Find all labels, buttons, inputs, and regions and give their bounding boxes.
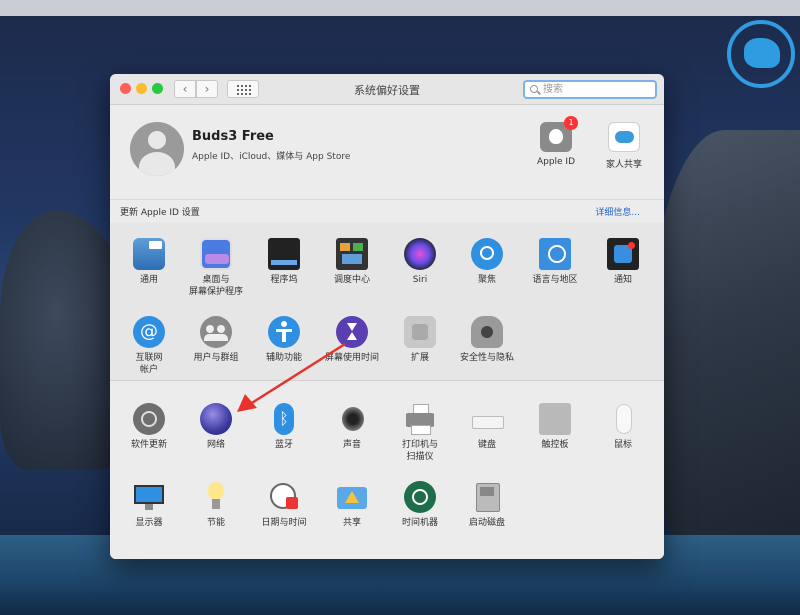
pref-label: 软件更新 xyxy=(130,440,167,450)
trackpad-icon xyxy=(539,403,571,435)
spotlight-icon xyxy=(471,238,503,270)
user-subtitle: Apple ID、iCloud、媒体与 App Store xyxy=(192,152,351,162)
pref-label: 扩展 xyxy=(410,353,429,363)
network-icon xyxy=(200,403,232,435)
extensions-icon xyxy=(404,316,436,348)
display-icon xyxy=(133,481,165,513)
pref-internet-accounts[interactable]: @ 互联网 帐户 xyxy=(114,316,184,376)
pref-desktop-screensaver[interactable]: 桌面与 屏幕保护程序 xyxy=(181,238,251,298)
pref-label: 键盘 xyxy=(477,440,496,450)
pref-mouse[interactable]: 鼠标 xyxy=(588,403,658,451)
host-top-bar xyxy=(0,0,800,16)
pref-date-time[interactable]: 日期与时间 xyxy=(249,481,319,529)
pref-siri[interactable]: Siri xyxy=(385,238,455,286)
pref-general[interactable]: 通用 xyxy=(114,238,184,286)
pref-sharing[interactable]: 共享 xyxy=(317,481,387,529)
users-icon xyxy=(200,316,232,348)
pref-label: 通用 xyxy=(139,275,158,285)
pref-label: 共享 xyxy=(342,518,361,528)
dock-icon xyxy=(268,238,300,270)
notification-badge: 1 xyxy=(564,116,578,130)
siri-icon xyxy=(404,238,436,270)
apple-id-icon: 1 xyxy=(540,116,578,152)
pref-software-update[interactable]: 软件更新 xyxy=(114,403,184,451)
pref-label: 网络 xyxy=(206,440,225,450)
pref-label: 聚焦 xyxy=(477,275,496,285)
hardware-prefs-section: 软件更新 网络 ᛒ 蓝牙 声音 打印机与 扫描仪 键盘 触控板 鼠标 显示器 节… xyxy=(110,381,664,559)
internet-accounts-icon: @ xyxy=(133,316,165,348)
pref-label: 节能 xyxy=(206,518,225,528)
startup-disk-icon xyxy=(471,481,503,513)
language-icon xyxy=(539,238,571,270)
family-sharing-pref[interactable]: 家人共享 xyxy=(594,122,654,170)
notifications-icon xyxy=(607,238,639,270)
pref-label: 调度中心 xyxy=(333,275,370,285)
mission-control-icon xyxy=(336,238,368,270)
avatar[interactable] xyxy=(130,122,184,176)
pref-label: 蓝牙 xyxy=(274,440,293,450)
search-icon xyxy=(530,85,538,93)
pref-time-machine[interactable]: 时间机器 xyxy=(385,481,455,529)
pref-language-region[interactable]: 语言与地区 xyxy=(520,238,590,286)
watermark-logo xyxy=(727,20,795,88)
pref-security-privacy[interactable]: 安全性与隐私 xyxy=(452,316,522,364)
pref-trackpad[interactable]: 触控板 xyxy=(520,403,590,451)
wallpaper-cliff-right xyxy=(650,130,800,550)
pref-label: 声音 xyxy=(342,440,361,450)
title-bar: ‹ › 系统偏好设置 搜索 xyxy=(110,74,664,105)
apple-id-label: Apple ID xyxy=(536,157,576,167)
pref-notifications[interactable]: 通知 xyxy=(588,238,658,286)
pref-startup-disk[interactable]: 启动磁盘 xyxy=(452,481,522,529)
pref-label: 互联网 帐户 xyxy=(135,353,163,375)
pref-label: 启动磁盘 xyxy=(468,518,505,528)
pref-keyboard[interactable]: 键盘 xyxy=(452,403,522,451)
time-machine-icon xyxy=(404,481,436,513)
general-icon xyxy=(133,238,165,270)
details-link[interactable]: 详细信息... xyxy=(595,205,640,218)
pref-mission-control[interactable]: 调度中心 xyxy=(317,238,387,286)
software-update-icon xyxy=(133,403,165,435)
pref-label: 触控板 xyxy=(541,440,569,450)
energy-icon xyxy=(200,481,232,513)
pref-label: 日期与时间 xyxy=(261,518,307,528)
pref-label: 通知 xyxy=(613,275,632,285)
date-time-icon xyxy=(268,481,300,513)
search-placeholder: 搜索 xyxy=(543,84,563,95)
apple-id-pref[interactable]: 1 Apple ID xyxy=(526,116,586,167)
apple-id-update-bar: 更新 Apple ID 设置 详细信息... xyxy=(110,199,664,223)
pref-label: 语言与地区 xyxy=(532,275,578,285)
pref-dock[interactable]: 程序坞 xyxy=(249,238,319,286)
keyboard-icon xyxy=(471,403,504,435)
family-sharing-label: 家人共享 xyxy=(605,160,642,170)
printer-icon xyxy=(404,403,436,435)
sharing-icon xyxy=(336,481,368,513)
pref-label: 程序坞 xyxy=(270,275,298,285)
pref-label: 鼠标 xyxy=(613,440,632,450)
search-input[interactable]: 搜索 xyxy=(523,80,657,99)
family-sharing-icon xyxy=(608,122,640,152)
account-header: Buds3 Free Apple ID、iCloud、媒体与 App Store… xyxy=(110,105,664,199)
pref-label: 打印机与 扫描仪 xyxy=(401,440,438,462)
pref-extensions[interactable]: 扩展 xyxy=(385,316,455,364)
personal-prefs-section: 通用 桌面与 屏幕保护程序 程序坞 调度中心 Siri 聚焦 语言与地区 通知 xyxy=(110,222,664,381)
pref-label: 显示器 xyxy=(135,518,163,528)
update-message: 更新 Apple ID 设置 xyxy=(120,208,200,218)
annotation-arrow xyxy=(237,342,346,412)
pref-label: 桌面与 屏幕保护程序 xyxy=(188,275,243,297)
pref-label: 时间机器 xyxy=(401,518,438,528)
pref-energy-saver[interactable]: 节能 xyxy=(181,481,251,529)
desktop-icon xyxy=(200,238,232,270)
mouse-icon xyxy=(607,403,639,435)
pref-label: Siri xyxy=(412,275,428,285)
user-name: Buds3 Free xyxy=(192,129,274,144)
pref-displays[interactable]: 显示器 xyxy=(114,481,184,529)
pref-label: 安全性与隐私 xyxy=(459,353,514,363)
pref-spotlight[interactable]: 聚焦 xyxy=(452,238,522,286)
system-preferences-window: ‹ › 系统偏好设置 搜索 Buds3 Free Apple ID、iCloud… xyxy=(110,74,664,559)
security-icon xyxy=(471,316,503,348)
pref-printers-scanners[interactable]: 打印机与 扫描仪 xyxy=(385,403,455,463)
